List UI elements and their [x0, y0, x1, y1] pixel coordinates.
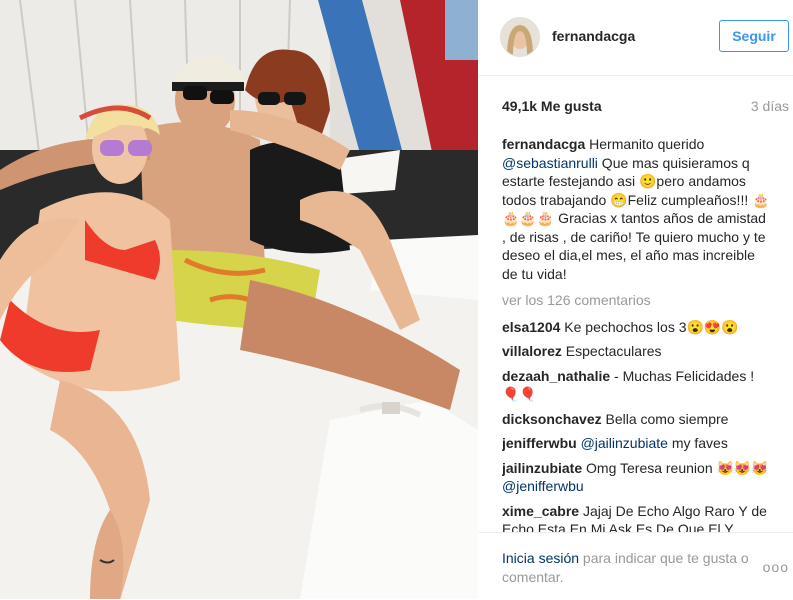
post-caption: fernandacga Hermanito querido @sebastian…: [502, 135, 770, 283]
post-photo: [0, 0, 478, 599]
comment-username[interactable]: jailinzubiate: [502, 460, 582, 476]
comment-text: my faves: [667, 435, 728, 451]
comment-item: jenifferwbu @jailinzubiate my faves: [502, 434, 770, 453]
beach-photo-illustration: [0, 0, 478, 599]
like-count[interactable]: 49,1k Me gusta: [502, 98, 602, 114]
post-timestamp[interactable]: 3 días: [751, 98, 789, 114]
login-prompt-bar: Inicia sesión para indicar que te gusta …: [478, 532, 793, 600]
comment-item: xime_cabre Jajaj De Echo Algo Raro Y de …: [502, 502, 770, 533]
caption-text-end: Que mas quisieramos q estarte festejando…: [502, 154, 770, 282]
comment-username[interactable]: dezaah_nathalie: [502, 368, 610, 384]
view-all-comments-link[interactable]: ver los 126 comentarios: [502, 291, 770, 310]
comment-text: Espectaculares: [561, 343, 662, 359]
comment-username[interactable]: xime_cabre: [502, 503, 579, 519]
comment-item: dicksonchavez Bella como siempre: [502, 410, 770, 429]
more-options-icon[interactable]: ooo: [763, 559, 789, 575]
post-header: fernandacga Seguir: [478, 0, 793, 76]
post-sidebar: fernandacga Seguir 49,1k Me gusta 3 días…: [478, 0, 793, 599]
comment-username[interactable]: jenifferwbu: [502, 435, 577, 451]
comment-item: elsa1204 Ke pechochos los 3😮😍😮: [502, 318, 770, 337]
caption-username[interactable]: fernandacga: [502, 136, 585, 152]
comment-item: dezaah_nathalie - Muchas Felicidades ! 🎈…: [502, 367, 770, 404]
comment-mention[interactable]: @jailinzubiate: [581, 435, 668, 451]
comment-text: Bella como siempre: [601, 410, 729, 427]
comment-text: Ke pechochos los 3😮😍😮: [560, 318, 739, 335]
post-author-username[interactable]: fernandacga: [552, 28, 635, 44]
follow-button[interactable]: Seguir: [719, 20, 789, 52]
caption-text-start: Hermanito querido: [585, 136, 705, 152]
caption-mention[interactable]: @sebastianrulli: [502, 155, 598, 171]
login-prompt: Inicia sesión para indicar que te gusta …: [502, 549, 762, 587]
avatar[interactable]: [500, 17, 540, 57]
login-link[interactable]: Inicia sesión: [502, 550, 579, 566]
comment-mention[interactable]: @jenifferwbu: [502, 478, 584, 494]
comment-item: villalorez Espectaculares: [502, 342, 770, 361]
comment-text: Omg Teresa reunion 😻😻😻: [582, 459, 769, 476]
comment-list: fernandacga Hermanito querido @sebastian…: [502, 135, 770, 532]
comment-username[interactable]: dicksonchavez: [502, 411, 602, 427]
comment-username[interactable]: elsa1204: [502, 319, 560, 335]
avatar-image: [501, 18, 539, 56]
comment-username[interactable]: villalorez: [502, 343, 562, 359]
comment-item: jailinzubiate Omg Teresa reunion 😻😻😻 @je…: [502, 459, 770, 496]
